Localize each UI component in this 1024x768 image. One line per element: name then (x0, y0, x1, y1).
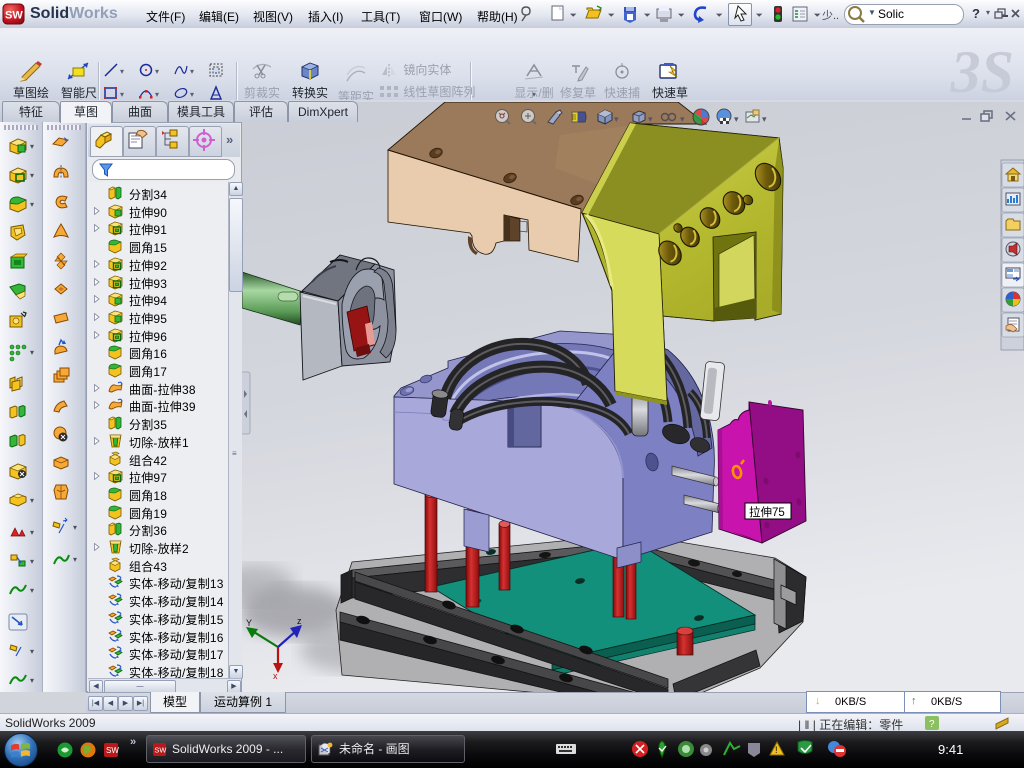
svg-text:!: ! (775, 745, 778, 755)
svg-text:Y: Y (246, 618, 252, 628)
svg-text:▾: ▾ (648, 114, 653, 124)
svg-text:SW: SW (106, 746, 119, 755)
svg-text:SW: SW (5, 10, 23, 22)
svg-text:▾: ▾ (680, 114, 685, 124)
svg-text:?: ? (929, 719, 935, 730)
svg-text:▾: ▾ (614, 114, 619, 124)
svg-text:▾: ▾ (762, 114, 767, 124)
svg-text:x: x (273, 671, 278, 681)
svg-text:▾: ▾ (734, 114, 739, 124)
svg-text:SW: SW (154, 746, 166, 755)
svg-text:拉伸75: 拉伸75 (749, 505, 785, 519)
svg-text:z: z (297, 616, 302, 626)
